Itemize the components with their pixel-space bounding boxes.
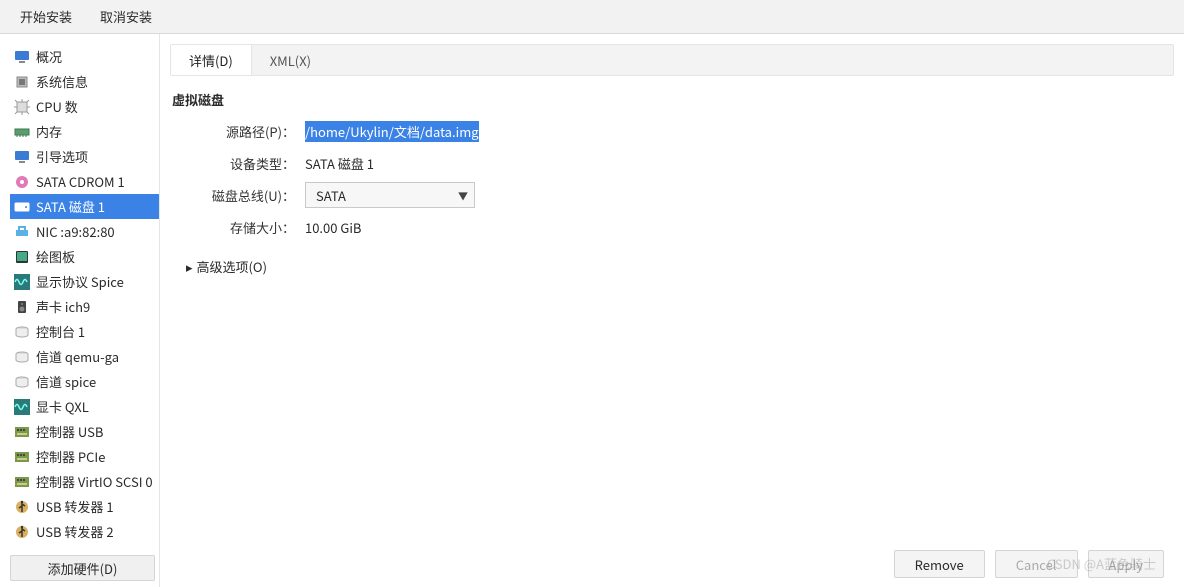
- tabbar: 详情(D) XML(X): [170, 44, 1174, 76]
- cancel-button[interactable]: Cancel: [995, 550, 1078, 578]
- tab-details[interactable]: 详情(D): [171, 45, 252, 75]
- row-source-path: 源路径(P)： /home/Ukylin/文档/data.img: [200, 117, 1174, 145]
- ram-icon: [14, 124, 30, 140]
- advanced-options-expander[interactable]: ▸ 高级选项(O): [186, 257, 1174, 276]
- label-device-type: 设备类型：: [200, 154, 295, 173]
- remove-button[interactable]: Remove: [894, 550, 985, 578]
- disc-icon: [14, 174, 30, 190]
- sidebar-item-label: 显卡 QXL: [36, 397, 89, 416]
- advanced-options-label: 高级选项(O): [197, 257, 267, 276]
- sidebar-item-label: 系统信息: [36, 72, 88, 91]
- wave-icon: [14, 399, 30, 415]
- sidebar-item[interactable]: SATA 磁盘 1: [10, 194, 159, 219]
- sidebar-list: 概况系统信息 CPU 数内存引导选项 SATA CDROM 1 SATA 磁盘 1 NI…: [10, 44, 159, 549]
- sidebar-item-label: USB 转发器 2: [36, 522, 114, 541]
- sidebar-item-label: SATA 磁盘 1: [36, 197, 105, 216]
- ctrl-icon: [14, 449, 30, 465]
- content-pane: 详情(D) XML(X) 虚拟磁盘 源路径(P)： /home/Ukylin/文…: [160, 34, 1184, 587]
- console-icon: [14, 324, 30, 340]
- sidebar-item-label: 控制器 VirtIO SCSI 0: [36, 472, 153, 491]
- channel-icon: [14, 349, 30, 365]
- sidebar-item-label: 声卡 ich9: [36, 297, 90, 316]
- label-disk-bus: 磁盘总线(U)：: [200, 186, 295, 205]
- sidebar-item-label: 信道 qemu-ga: [36, 347, 119, 366]
- usb-icon: [14, 524, 30, 540]
- sidebar-item[interactable]: 声卡 ich9: [10, 294, 159, 319]
- sidebar-item[interactable]: USB 转发器 2: [10, 519, 159, 544]
- row-device-type: 设备类型： SATA 磁盘 1: [200, 149, 1174, 177]
- toolbar: 开始安装 取消安装: [0, 0, 1184, 34]
- sidebar-item-label: USB 转发器 1: [36, 497, 114, 516]
- speaker-icon: [14, 299, 30, 315]
- cpu-icon: [14, 99, 30, 115]
- disk-bus-combo[interactable]: SATA ▼: [305, 182, 475, 208]
- value-source-path[interactable]: /home/Ukylin/文档/data.img: [305, 121, 479, 142]
- usb-icon: [14, 499, 30, 515]
- disk-bus-value: SATA: [316, 186, 346, 205]
- sidebar-item-label: NIC :a9:82:80: [36, 222, 115, 241]
- sidebar-item-label: 显示协议 Spice: [36, 272, 124, 291]
- ctrl-icon: [14, 474, 30, 490]
- label-source-path: 源路径(P)：: [200, 122, 295, 141]
- section-title-virtual-disk: 虚拟磁盘: [172, 90, 1174, 109]
- begin-install-button[interactable]: 开始安装: [10, 1, 82, 32]
- disk-form: 源路径(P)： /home/Ukylin/文档/data.img 设备类型： S…: [200, 117, 1174, 245]
- sidebar: 概况系统信息 CPU 数内存引导选项 SATA CDROM 1 SATA 磁盘 1 NI…: [0, 34, 160, 587]
- wave-icon: [14, 274, 30, 290]
- hdd-icon: [14, 199, 30, 215]
- sidebar-item-label: 控制器 PCIe: [36, 447, 105, 466]
- sidebar-item[interactable]: USB 转发器 1: [10, 494, 159, 519]
- sidebar-item-label: SATA CDROM 1: [36, 172, 125, 191]
- sidebar-item[interactable]: 显卡 QXL: [10, 394, 159, 419]
- monitor-icon: [14, 149, 30, 165]
- sidebar-item[interactable]: CPU 数: [10, 94, 159, 119]
- sidebar-item[interactable]: 控制器 USB: [10, 419, 159, 444]
- sidebar-item[interactable]: 信道 qemu-ga: [10, 344, 159, 369]
- row-storage-size: 存储大小： 10.00 GiB: [200, 213, 1174, 241]
- apply-button[interactable]: Apply: [1088, 550, 1165, 578]
- value-device-type: SATA 磁盘 1: [305, 154, 374, 173]
- sidebar-item[interactable]: 显示协议 Spice: [10, 269, 159, 294]
- footer: CSDN @A蓝色骑士 Remove Cancel Apply: [170, 541, 1174, 587]
- sidebar-item[interactable]: 系统信息: [10, 69, 159, 94]
- cancel-install-button[interactable]: 取消安装: [90, 1, 162, 32]
- tab-xml[interactable]: XML(X): [252, 45, 329, 75]
- sidebar-item[interactable]: 绘图板: [10, 244, 159, 269]
- tablet-icon: [14, 249, 30, 265]
- add-hardware-button[interactable]: 添加硬件(D): [10, 555, 155, 581]
- sidebar-item[interactable]: 内存: [10, 119, 159, 144]
- sidebar-item-label: CPU 数: [36, 97, 78, 116]
- sidebar-item-label: 信道 spice: [36, 372, 96, 391]
- sidebar-item[interactable]: 引导选项: [10, 144, 159, 169]
- sidebar-item[interactable]: SATA CDROM 1: [10, 169, 159, 194]
- channel-icon: [14, 374, 30, 390]
- ctrl-icon: [14, 424, 30, 440]
- sidebar-item[interactable]: 控制器 PCIe: [10, 444, 159, 469]
- chip-icon: [14, 74, 30, 90]
- sidebar-item-label: 内存: [36, 122, 62, 141]
- sidebar-item[interactable]: 控制器 VirtIO SCSI 0: [10, 469, 159, 494]
- sidebar-item[interactable]: NIC :a9:82:80: [10, 219, 159, 244]
- nic-icon: [14, 224, 30, 240]
- monitor-icon: [14, 49, 30, 65]
- triangle-right-icon: ▸: [186, 257, 193, 276]
- chevron-down-icon: ▼: [458, 188, 468, 203]
- row-disk-bus: 磁盘总线(U)： SATA ▼: [200, 181, 1174, 209]
- sidebar-item[interactable]: 概况: [10, 44, 159, 69]
- sidebar-item[interactable]: 信道 spice: [10, 369, 159, 394]
- main: 概况系统信息 CPU 数内存引导选项 SATA CDROM 1 SATA 磁盘 1 NI…: [0, 34, 1184, 587]
- sidebar-item[interactable]: 控制台 1: [10, 319, 159, 344]
- sidebar-item-label: 概况: [36, 47, 62, 66]
- sidebar-item-label: 绘图板: [36, 247, 75, 266]
- sidebar-item-label: 控制台 1: [36, 322, 85, 341]
- value-storage-size: 10.00 GiB: [305, 218, 361, 237]
- label-storage-size: 存储大小：: [200, 218, 295, 237]
- sidebar-item-label: 控制器 USB: [36, 422, 103, 441]
- sidebar-item-label: 引导选项: [36, 147, 88, 166]
